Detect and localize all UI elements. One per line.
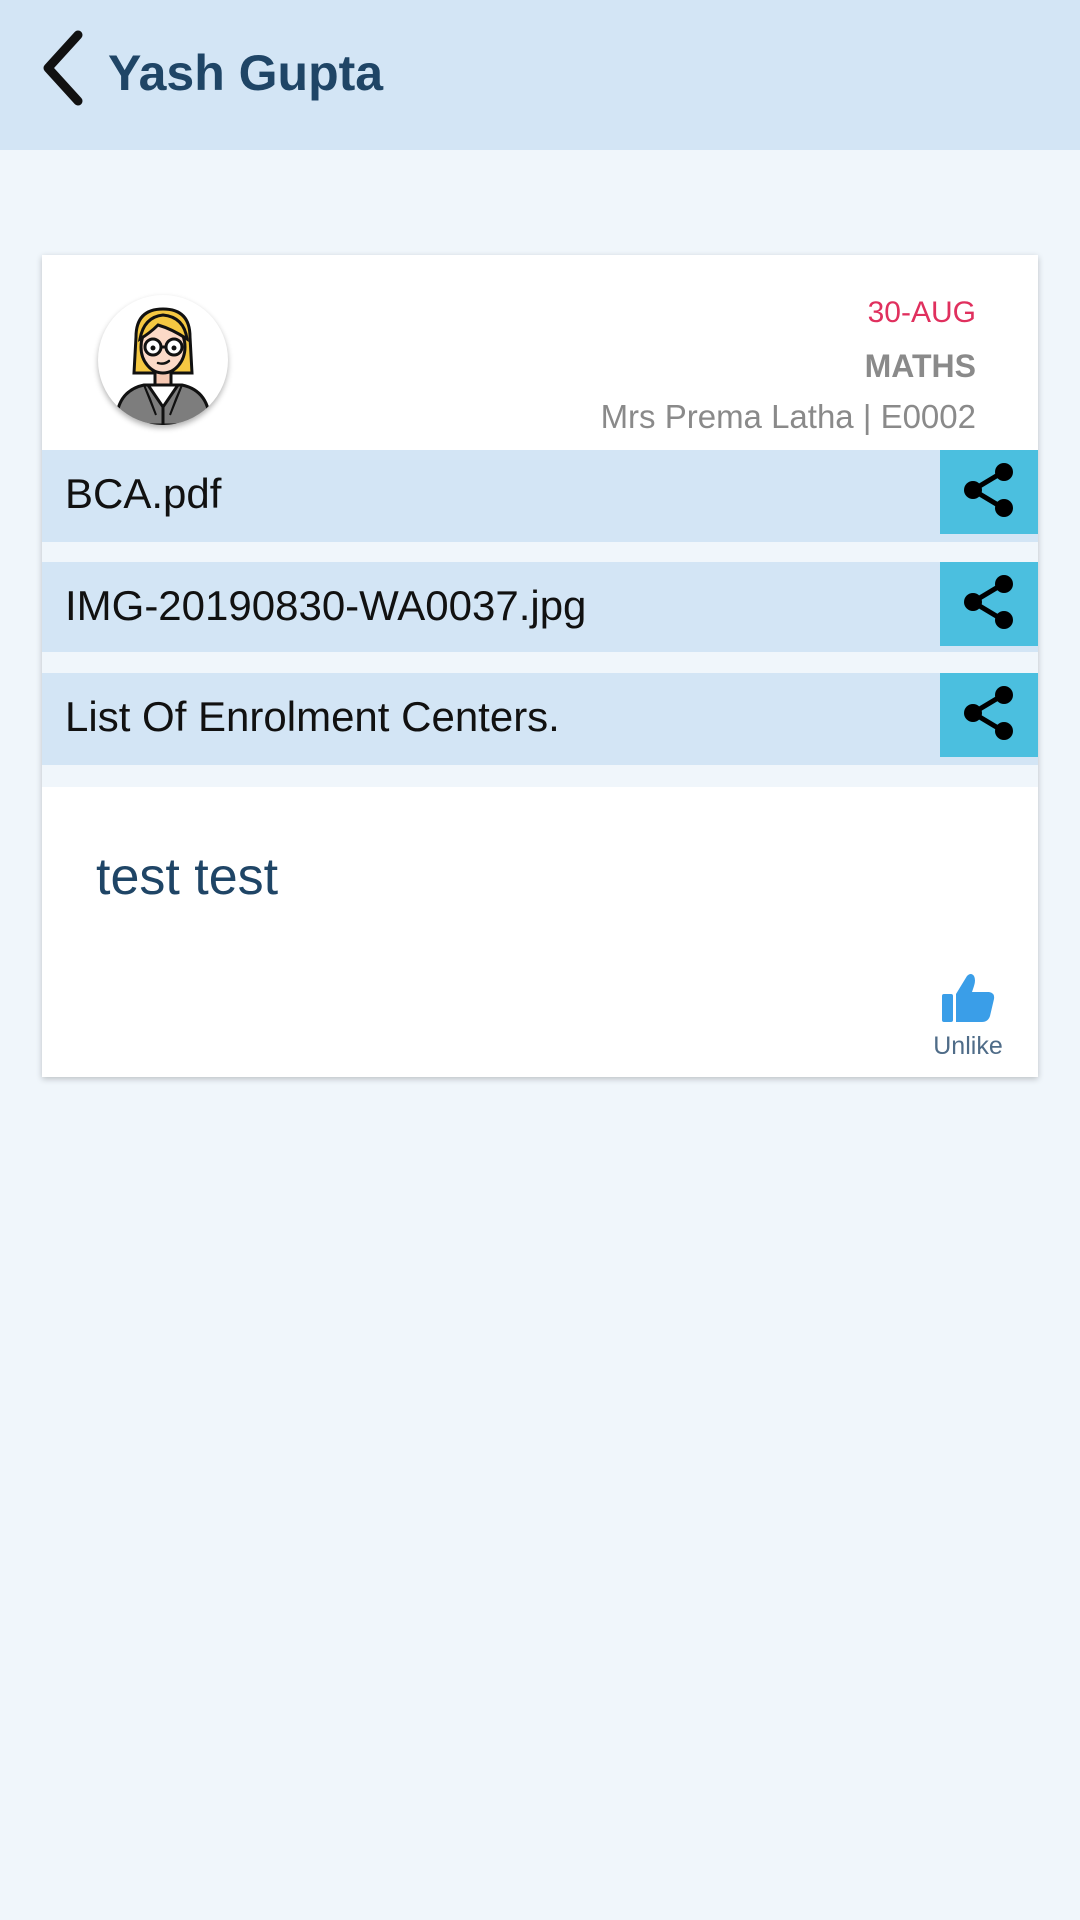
page-title: Yash Gupta — [108, 45, 384, 101]
share-button[interactable] — [940, 562, 1038, 646]
share-button[interactable] — [940, 450, 1038, 534]
share-icon — [959, 683, 1019, 748]
attachment-row[interactable]: List Of Enrolment Centers. — [42, 673, 1038, 765]
back-button[interactable] — [36, 30, 92, 110]
share-button[interactable] — [940, 673, 1038, 757]
homework-card: 30-AUG MATHS Mrs Prema Latha | E0002 BCA… — [42, 255, 1038, 1077]
attachment-name: List Of Enrolment Centers. — [65, 693, 560, 740]
app-header: Yash Gupta — [0, 0, 1080, 150]
attachment-row[interactable]: IMG-20190830-WA0037.jpg — [42, 562, 1038, 652]
post-message: test test — [96, 848, 279, 906]
post-teacher: Mrs Prema Latha | E0002 — [600, 398, 976, 435]
post-date: 30-AUG — [867, 296, 976, 329]
chevron-left-icon — [40, 29, 88, 112]
unlike-button[interactable]: Unlike — [928, 972, 1008, 1061]
post-meta: 30-AUG MATHS Mrs Prema Latha | E0002 — [601, 295, 976, 437]
like-label: Unlike — [933, 1032, 1003, 1060]
teacher-avatar — [98, 295, 228, 425]
attachment-row[interactable]: BCA.pdf — [42, 450, 1038, 542]
attachment-name: BCA.pdf — [65, 470, 222, 517]
attachment-name: IMG-20190830-WA0037.jpg — [65, 582, 587, 629]
thumbs-up-icon — [940, 974, 996, 1028]
share-icon — [959, 460, 1019, 525]
post-subject: MATHS — [864, 348, 976, 384]
share-icon — [959, 572, 1019, 637]
attachment-list: BCA.pdf IMG-20190830-WA0037.jpg List Of … — [42, 450, 1038, 1047]
